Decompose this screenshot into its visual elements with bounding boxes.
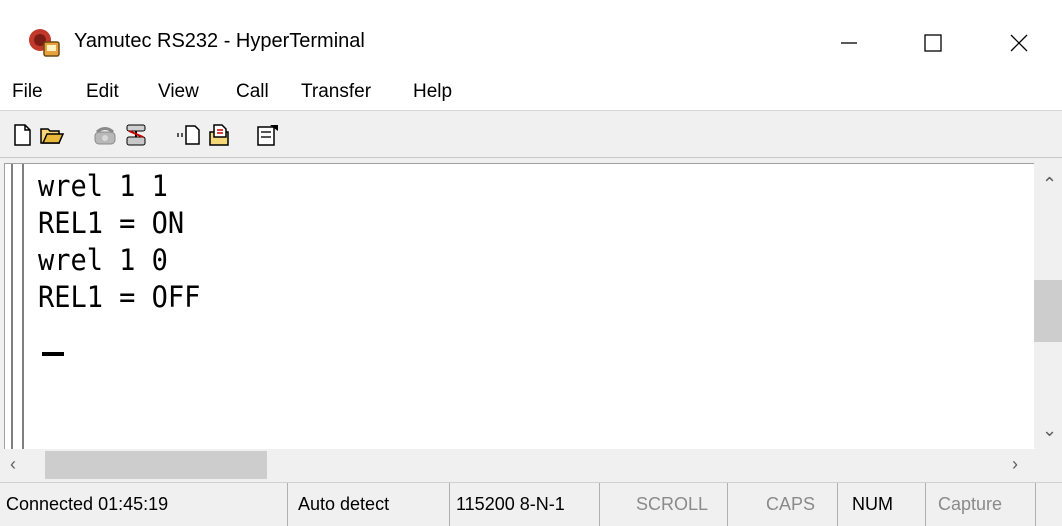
minimize-icon	[841, 42, 857, 44]
status-settings: 115200 8-N-1	[450, 483, 600, 526]
status-caps: CAPS	[728, 483, 838, 526]
send-icon[interactable]	[176, 123, 200, 147]
terminal-line: REL1 = OFF	[38, 280, 201, 314]
maximize-button[interactable]	[902, 18, 964, 68]
menu-edit[interactable]: Edit	[86, 81, 119, 103]
minimize-button[interactable]	[818, 18, 880, 68]
status-bar: Connected 01:45:19 Auto detect 115200 8-…	[0, 482, 1062, 526]
text-cursor	[42, 352, 64, 356]
status-num: NUM	[838, 483, 926, 526]
receive-icon[interactable]	[208, 123, 232, 147]
maximize-icon	[924, 34, 942, 52]
scroll-down-arrow-icon[interactable]: ⌄	[1042, 421, 1057, 439]
terminal-margin	[11, 164, 24, 449]
properties-icon[interactable]	[256, 123, 280, 147]
open-icon[interactable]	[40, 123, 64, 147]
status-connected: Connected 01:45:19	[0, 483, 288, 526]
menu-help[interactable]: Help	[413, 81, 452, 103]
window-title: Yamutec RS232 - HyperTerminal	[74, 30, 365, 52]
scroll-up-arrow-icon[interactable]: ⌃	[1042, 175, 1057, 193]
horizontal-scroll-thumb[interactable]	[45, 451, 267, 479]
menu-bar: File Edit View Call Transfer Help	[0, 75, 1062, 110]
menu-file[interactable]: File	[12, 81, 43, 103]
scroll-left-arrow-icon[interactable]: ‹	[10, 455, 16, 473]
menu-transfer[interactable]: Transfer	[301, 81, 371, 103]
hyperterminal-app-icon	[29, 29, 60, 57]
phone-icon[interactable]	[93, 123, 117, 147]
status-scroll: SCROLL	[600, 483, 728, 526]
title-bar: Yamutec RS232 - HyperTerminal	[0, 0, 1062, 85]
terminal-output: wrel 1 1 REL1 = ON wrel 1 0 REL1 = OFF	[38, 168, 200, 316]
terminal-window[interactable]: wrel 1 1 REL1 = ON wrel 1 0 REL1 = OFF	[4, 163, 1035, 449]
status-detect: Auto detect	[288, 483, 450, 526]
terminal-line: wrel 1 0	[38, 243, 168, 277]
toolbar	[0, 110, 1062, 158]
terminal-line: wrel 1 1	[38, 169, 168, 203]
close-button[interactable]	[988, 18, 1050, 68]
status-capture: Capture	[926, 483, 1036, 526]
menu-view[interactable]: View	[158, 81, 199, 103]
menu-call[interactable]: Call	[236, 81, 269, 103]
scrollbar-corner	[1034, 451, 1062, 479]
close-icon	[1010, 34, 1028, 52]
scroll-right-arrow-icon[interactable]: ›	[1012, 455, 1018, 473]
new-connection-icon[interactable]	[10, 123, 34, 147]
disconnect-icon[interactable]	[124, 123, 148, 147]
terminal-line: REL1 = ON	[38, 206, 185, 240]
vertical-scroll-thumb[interactable]	[1034, 280, 1062, 342]
